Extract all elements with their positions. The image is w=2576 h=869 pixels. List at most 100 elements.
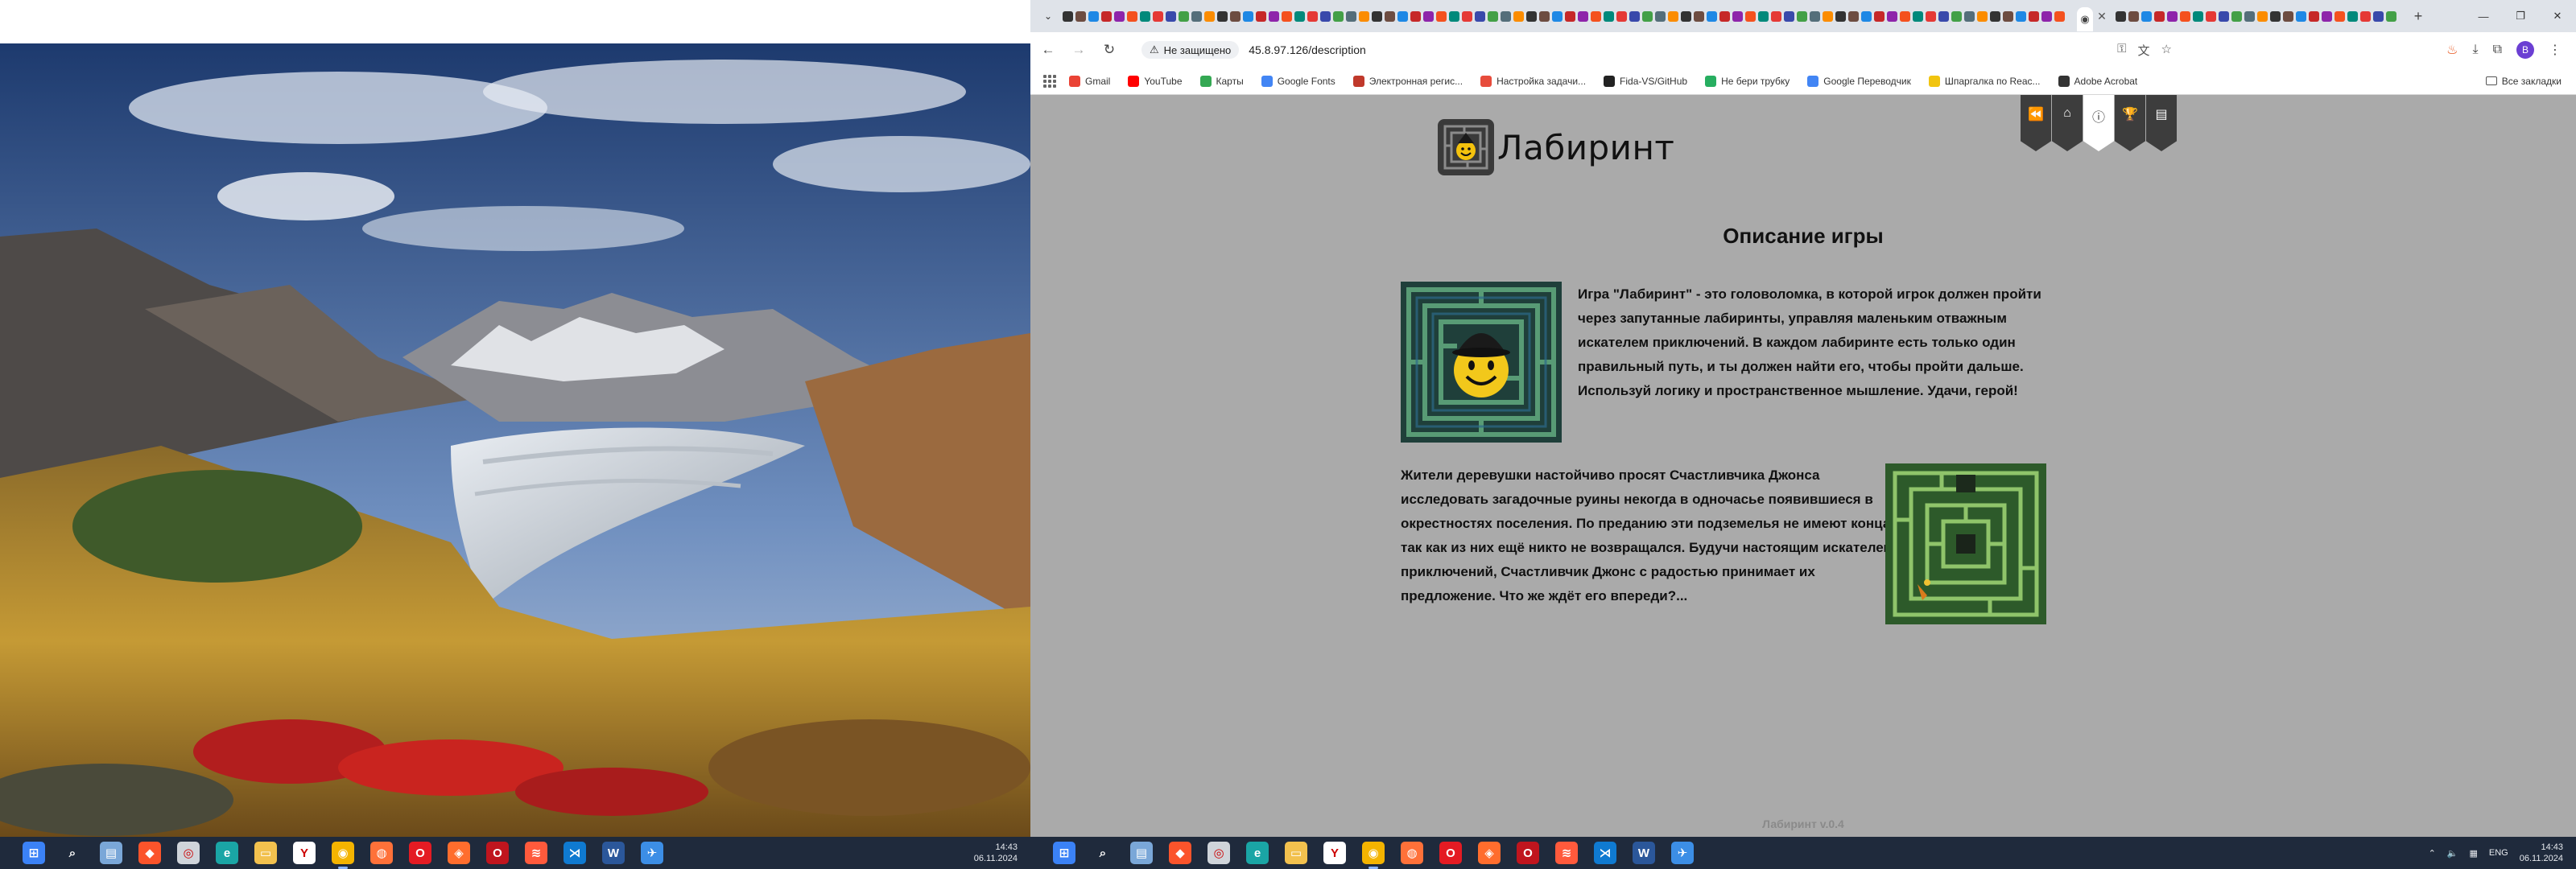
pinned-tab-favicon-icon[interactable] bbox=[1874, 10, 1885, 22]
bookmark-item[interactable]: Шпаргалка по Reac... bbox=[1928, 75, 2041, 87]
pinned-tab-favicon-icon[interactable] bbox=[1282, 10, 1292, 22]
firefox-browser-icon[interactable]: ◍ bbox=[370, 842, 393, 864]
pinned-tab-favicon-icon[interactable] bbox=[1629, 10, 1640, 22]
pinned-tab-favicon-icon[interactable] bbox=[2373, 10, 2384, 22]
pinned-tab-favicon-icon[interactable] bbox=[2309, 10, 2319, 22]
pinned-tab-favicon-icon[interactable] bbox=[2334, 10, 2345, 22]
pinned-tab-favicon-icon[interactable] bbox=[1475, 10, 1485, 22]
pinned-tab-favicon-icon[interactable] bbox=[1294, 10, 1305, 22]
pinned-tab-favicon-icon[interactable] bbox=[2054, 10, 2065, 22]
clock-right[interactable]: 14:43 06.11.2024 bbox=[2520, 842, 2563, 864]
bookmark-item[interactable]: YouTube bbox=[1128, 75, 1183, 87]
menu-kebab-icon[interactable]: ⋮ bbox=[2549, 42, 2562, 58]
pinned-tab-favicon-icon[interactable] bbox=[2360, 10, 2371, 22]
pinned-tab-favicon-icon[interactable] bbox=[2219, 10, 2229, 22]
bookmark-item[interactable]: Электронная регис... bbox=[1352, 75, 1463, 87]
firefox-browser-icon[interactable]: ◍ bbox=[1401, 842, 1423, 864]
app-icon[interactable]: ≋ bbox=[1555, 842, 1578, 864]
language-indicator[interactable]: ENG bbox=[2489, 848, 2508, 858]
pinned-tab-favicon-icon[interactable] bbox=[1990, 10, 2000, 22]
pinned-tab-favicon-icon[interactable] bbox=[2029, 10, 2039, 22]
pinned-tab-favicon-icon[interactable] bbox=[1565, 10, 1575, 22]
pinned-tab-favicon-icon[interactable] bbox=[1397, 10, 1408, 22]
brave-browser-icon[interactable]: ◆ bbox=[138, 842, 161, 864]
search-icon[interactable]: ⌕ bbox=[1092, 842, 1114, 864]
pinned-tab-favicon-icon[interactable] bbox=[2257, 10, 2268, 22]
pinned-tab-favicon-icon[interactable] bbox=[1333, 10, 1344, 22]
pinned-tab-favicon-icon[interactable] bbox=[1063, 10, 1073, 22]
pinned-tab-favicon-icon[interactable] bbox=[2347, 10, 2358, 22]
forward-button[interactable]: → bbox=[1066, 37, 1092, 63]
pinned-tab-favicon-icon[interactable] bbox=[2193, 10, 2203, 22]
pinned-tab-favicon-icon[interactable] bbox=[2270, 10, 2281, 22]
bookmark-item[interactable]: Google Переводчик bbox=[1807, 75, 1911, 87]
pinned-tab-favicon-icon[interactable] bbox=[1694, 10, 1704, 22]
restore-button[interactable]: ❐ bbox=[2502, 0, 2539, 32]
pinned-tab-favicon-icon[interactable] bbox=[1964, 10, 1975, 22]
pinned-tab-favicon-icon[interactable] bbox=[2016, 10, 2026, 22]
profile-avatar[interactable]: В bbox=[2516, 41, 2534, 59]
pinned-tab-favicon-icon[interactable] bbox=[2116, 10, 2126, 22]
pinned-tab-favicon-icon[interactable] bbox=[1320, 10, 1331, 22]
pinned-tab-favicon-icon[interactable] bbox=[1488, 10, 1498, 22]
bookmark-item[interactable]: Gmail bbox=[1069, 75, 1110, 87]
vscode-icon[interactable]: ⋊ bbox=[1594, 842, 1616, 864]
pinned-tab-favicon-icon[interactable] bbox=[1810, 10, 1820, 22]
translate-icon[interactable]: 文 bbox=[2138, 42, 2150, 59]
pinned-tab-favicon-icon[interactable] bbox=[1114, 10, 1125, 22]
pinned-tab-favicon-icon[interactable] bbox=[1719, 10, 1730, 22]
back-ribbon[interactable]: ⏪ bbox=[2021, 95, 2051, 151]
new-tab-button[interactable]: + bbox=[2409, 6, 2428, 26]
pinned-tab-favicon-icon[interactable] bbox=[1307, 10, 1318, 22]
pinned-tab-favicon-icon[interactable] bbox=[1926, 10, 1936, 22]
pinned-tab-favicon-icon[interactable] bbox=[1900, 10, 1910, 22]
pinned-tab-favicon-icon[interactable] bbox=[1848, 10, 1859, 22]
app-icon[interactable]: ◈ bbox=[1478, 842, 1501, 864]
active-tab[interactable]: ◉ bbox=[2077, 7, 2093, 31]
pinned-tab-favicon-icon[interactable] bbox=[1346, 10, 1356, 22]
pinned-tab-favicon-icon[interactable] bbox=[1191, 10, 1202, 22]
pinned-tab-favicon-icon[interactable] bbox=[2231, 10, 2242, 22]
all-bookmarks-button[interactable]: Все закладки bbox=[2485, 76, 2562, 87]
word-icon[interactable]: W bbox=[1633, 842, 1655, 864]
app-icon[interactable]: ✈ bbox=[1671, 842, 1694, 864]
pinned-tab-favicon-icon[interactable] bbox=[1410, 10, 1421, 22]
pinned-tab-favicon-icon[interactable] bbox=[1745, 10, 1756, 22]
pinned-tab-favicon-icon[interactable] bbox=[1127, 10, 1137, 22]
pinned-tab-favicon-icon[interactable] bbox=[1642, 10, 1653, 22]
pinned-tab-favicon-icon[interactable] bbox=[2180, 10, 2190, 22]
vscode-icon[interactable]: ⋊ bbox=[564, 842, 586, 864]
pinned-tab-favicon-icon[interactable] bbox=[1887, 10, 1897, 22]
app-icon[interactable]: ◎ bbox=[1208, 842, 1230, 864]
pinned-tab-favicon-icon[interactable] bbox=[1771, 10, 1781, 22]
pinned-tab-favicon-icon[interactable] bbox=[1269, 10, 1279, 22]
pinned-tab-favicon-icon[interactable] bbox=[1681, 10, 1691, 22]
app-icon[interactable]: ◈ bbox=[448, 842, 470, 864]
pinned-tab-favicon-icon[interactable] bbox=[1707, 10, 1717, 22]
pinned-tab-favicon-icon[interactable] bbox=[2386, 10, 2396, 22]
yandex-browser-icon[interactable]: Y bbox=[293, 842, 316, 864]
pinned-tab-favicon-icon[interactable] bbox=[1385, 10, 1395, 22]
pinned-tab-favicon-icon[interactable] bbox=[1359, 10, 1369, 22]
pinned-tab-favicon-icon[interactable] bbox=[1539, 10, 1550, 22]
pinned-tab-favicon-icon[interactable] bbox=[1823, 10, 1833, 22]
pinned-tab-favicon-icon[interactable] bbox=[2167, 10, 2178, 22]
pinned-tab-favicon-icon[interactable] bbox=[1591, 10, 1601, 22]
pinned-tab-favicon-icon[interactable] bbox=[1797, 10, 1807, 22]
pinned-tab-favicon-icon[interactable] bbox=[2141, 10, 2152, 22]
pinned-tab-favicon-icon[interactable] bbox=[1230, 10, 1241, 22]
pinned-tab-favicon-icon[interactable] bbox=[1655, 10, 1666, 22]
folder-icon[interactable]: ▭ bbox=[1285, 842, 1307, 864]
yandex-browser-icon[interactable]: Y bbox=[1323, 842, 1346, 864]
pinned-tab-favicon-icon[interactable] bbox=[1256, 10, 1266, 22]
edge-browser-icon[interactable]: e bbox=[216, 842, 238, 864]
close-window-button[interactable]: ✕ bbox=[2539, 0, 2576, 32]
apps-grid-icon[interactable] bbox=[1043, 74, 1056, 88]
word-icon[interactable]: W bbox=[602, 842, 625, 864]
pinned-tab-favicon-icon[interactable] bbox=[1153, 10, 1163, 22]
extension-fire-icon[interactable]: ♨ bbox=[2446, 42, 2458, 58]
opera-browser-icon[interactable]: O bbox=[1439, 842, 1462, 864]
downloads-icon[interactable]: ⤓ bbox=[2472, 43, 2478, 57]
opera-browser-icon[interactable]: O bbox=[409, 842, 431, 864]
pinned-tab-favicon-icon[interactable] bbox=[1075, 10, 1086, 22]
